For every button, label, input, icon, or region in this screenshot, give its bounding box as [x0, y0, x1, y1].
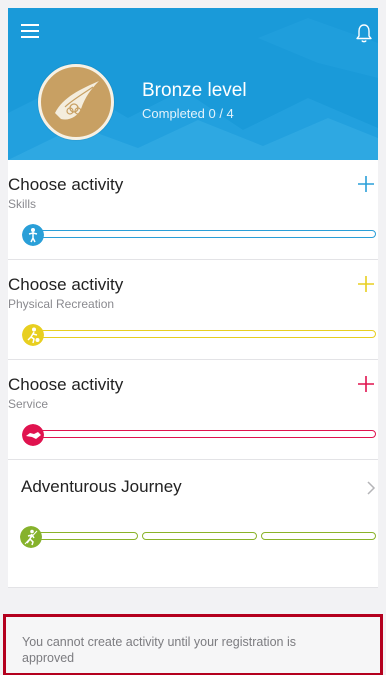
- hamburger-menu-icon[interactable]: [21, 24, 41, 40]
- physical-recreation-icon: [22, 324, 44, 346]
- registration-notice: You cannot create activity until your re…: [3, 614, 383, 675]
- level-title: Bronze level: [142, 80, 247, 101]
- journey-progress-segment-3: [261, 532, 376, 540]
- award-emblem-icon: [55, 81, 99, 120]
- activity-title: Choose activity: [8, 375, 124, 394]
- adventurous-journey-icon: [20, 526, 42, 548]
- add-activity-icon[interactable]: [356, 174, 376, 194]
- adventurous-journey-card[interactable]: Adventurous Journey: [8, 460, 378, 588]
- activity-category: Physical Recreation: [8, 297, 115, 311]
- skills-icon: [22, 224, 44, 246]
- journey-progress-segment-2: [142, 532, 257, 540]
- journey-progress-segment-1: [36, 532, 138, 540]
- activity-category: Skills: [8, 197, 37, 211]
- progress-track: [36, 430, 376, 438]
- add-activity-icon[interactable]: [356, 374, 376, 394]
- bell-icon[interactable]: [353, 22, 375, 44]
- service-handshake-icon: [22, 424, 44, 446]
- level-header: Bronze level Completed 0 / 4: [8, 8, 378, 160]
- progress-track: [36, 330, 376, 338]
- activity-title: Choose activity: [8, 275, 124, 294]
- bronze-award-badge: [38, 64, 114, 140]
- notice-text: You cannot create activity until your re…: [22, 635, 296, 665]
- activity-card-skills[interactable]: Choose activity Skills: [8, 160, 378, 260]
- progress-track: [36, 230, 376, 238]
- journey-title: Adventurous Journey: [21, 477, 182, 496]
- add-activity-icon[interactable]: [356, 274, 376, 294]
- completed-count: Completed 0 / 4: [142, 106, 234, 121]
- activity-category: Service: [8, 397, 49, 411]
- activity-card-physical-recreation[interactable]: Choose activity Physical Recreation: [8, 260, 378, 360]
- activity-card-service[interactable]: Choose activity Service: [8, 360, 378, 460]
- chevron-right-icon[interactable]: [364, 480, 378, 496]
- activity-title: Choose activity: [8, 175, 124, 194]
